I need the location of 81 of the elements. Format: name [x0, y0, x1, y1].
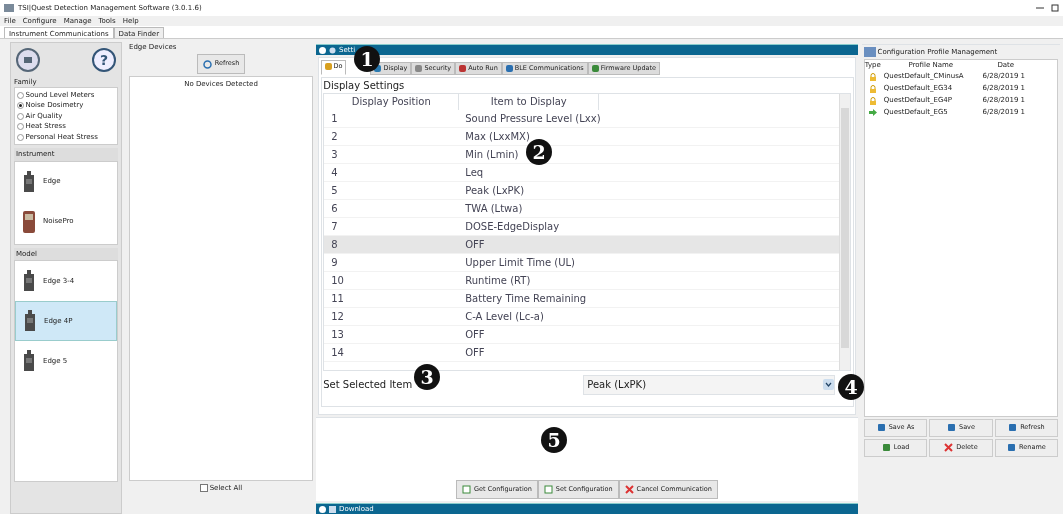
column-header: Item to Display [459, 94, 600, 110]
refresh-icon [202, 59, 212, 69]
tab-icon [324, 62, 332, 70]
download-icon [329, 505, 336, 513]
table-cell-text: 3 [330, 148, 339, 162]
table-cell-text: Sound Pressure Level (Lxx) [465, 112, 601, 126]
tab-icon [591, 64, 599, 72]
table-cell-text: TWA (Ltwa) [465, 202, 523, 216]
radio-button[interactable] [16, 112, 24, 120]
table-row[interactable]: 1 Sound Pressure Level (Lxx) [324, 110, 839, 128]
table-row[interactable]: 4 Leq [324, 164, 839, 182]
app-icon [4, 4, 14, 12]
checkbox[interactable] [199, 483, 208, 492]
table-cell-text: Upper Limit Time (UL) [465, 256, 576, 270]
table-row[interactable]: 13 OFF [324, 326, 839, 344]
padlock-icon [869, 72, 876, 81]
table-row[interactable]: 5 Peak (LxPK) [324, 182, 839, 200]
padlock-icon [869, 96, 876, 105]
table-cell-text: 13 [330, 328, 345, 342]
document-icon [462, 484, 472, 494]
tab-icon [415, 64, 423, 72]
padlock-icon [869, 84, 876, 93]
table-cell-text: 2 [330, 130, 339, 144]
table-cell-text: 14 [330, 346, 345, 360]
table-row[interactable]: 9 Upper Limit Time (UL) [324, 254, 839, 272]
table-row[interactable]: 10 Runtime (RT) [324, 272, 839, 290]
table-cell-text: Min (Lmin) [465, 148, 519, 162]
tab-icon [459, 64, 467, 72]
callout-marker: 4 [838, 374, 864, 400]
dropdown[interactable]: Peak (LxPK) [582, 374, 835, 395]
radio-button[interactable] [16, 123, 24, 130]
table-cell-text: OFF [465, 238, 485, 252]
table-cell-text: OFF [465, 346, 485, 360]
arrow-icon [868, 109, 877, 116]
table-row[interactable]: 12 C-A Level (Lc-a) [324, 308, 839, 326]
table-cell-text: 5 [330, 184, 339, 198]
table-cell-text: 10 [330, 274, 345, 288]
table-cell-text: 8 [330, 238, 339, 252]
cross-icon [624, 484, 634, 494]
table-cell-text: OFF [465, 328, 485, 342]
table-cell-text: 4 [330, 166, 339, 180]
profiles-icon [863, 47, 876, 57]
table-cell-text: 6 [330, 202, 339, 216]
dosimeter-icon [22, 269, 36, 293]
table-cell-text: Peak (LxPK) [465, 184, 525, 198]
table-cell-text: DOSE-EdgeDisplay [465, 220, 560, 234]
column-header: Display Position [324, 94, 460, 110]
table-cell-text: 12 [330, 310, 345, 324]
help-icon: ? [92, 47, 117, 72]
dropdown-arrow-icon [822, 379, 834, 390]
document-icon [543, 484, 553, 494]
table-row[interactable]: 11 Battery Time Remaining [324, 290, 839, 308]
cross-icon [944, 443, 954, 452]
dosimeter-icon [22, 169, 36, 194]
group-title: Display Settings [322, 79, 406, 93]
table-cell-text: 7 [330, 220, 339, 234]
dosimeter-icon [22, 349, 36, 373]
table-row[interactable]: 14 OFF [324, 344, 839, 362]
minimize-icon [1036, 4, 1044, 12]
button-icon [947, 423, 956, 433]
field-label: Set Selected Item [323, 378, 413, 392]
radio-button[interactable] [16, 91, 24, 99]
home-icon [15, 47, 40, 72]
collapse-icon [319, 46, 326, 54]
table-row[interactable]: 6 TWA (Ltwa) [324, 200, 839, 218]
table-cell-text: Runtime (RT) [465, 274, 531, 288]
table-cell-text: Leq [465, 166, 484, 180]
collapse-icon [319, 505, 326, 513]
restore-icon [1051, 4, 1059, 12]
tab-icon [505, 64, 513, 72]
table-cell-text: 11 [330, 292, 345, 306]
table-cell-text: C-A Level (Lc-a) [465, 310, 544, 324]
table-cell-text: 9 [330, 256, 339, 270]
radio-button[interactable] [16, 133, 24, 141]
radio-button[interactable] [16, 102, 24, 109]
gear-icon [329, 46, 336, 54]
meter-icon [22, 209, 36, 234]
table-cell-text: 1 [330, 112, 339, 126]
table-row[interactable]: 8 OFF [324, 236, 839, 254]
dosimeter-icon [23, 309, 37, 333]
table-cell-text: Battery Time Remaining [465, 292, 587, 306]
